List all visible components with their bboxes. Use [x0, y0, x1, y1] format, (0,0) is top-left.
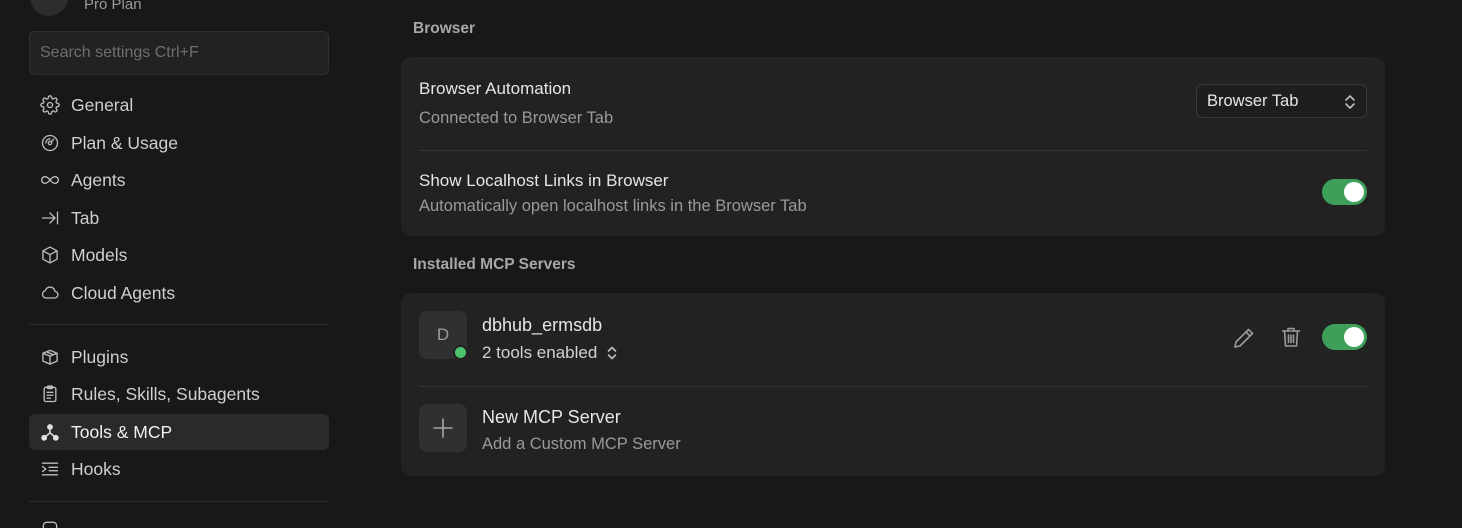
- sidebar: Pro Plan General: [0, 0, 358, 528]
- server-tools-dropdown[interactable]: 2 tools enabled: [482, 343, 619, 363]
- mcp-card: D dbhub_ermsdb 2 tools enabled New MCP S…: [401, 293, 1385, 476]
- plus-icon: [433, 418, 453, 438]
- toggle-knob: [1344, 327, 1364, 347]
- sidebar-item-models[interactable]: Models: [29, 237, 329, 273]
- sidebar-divider: [29, 501, 329, 502]
- new-server-title[interactable]: New MCP Server: [482, 407, 621, 428]
- cube-icon: [39, 244, 61, 266]
- sidebar-item-label: Cloud Agents: [71, 282, 176, 303]
- gear-icon: [39, 94, 61, 116]
- package-icon: [39, 346, 61, 368]
- sidebar-item-label: Rules, Skills, Subagents: [71, 383, 260, 404]
- list-arrow-icon: [39, 458, 61, 480]
- edit-server-button[interactable]: [1231, 325, 1257, 351]
- localhost-links-title: Show Localhost Links in Browser: [419, 171, 669, 190]
- sidebar-item-hooks[interactable]: Hooks: [29, 451, 329, 487]
- browser-automation-subtitle: Connected to Browser Tab: [419, 109, 614, 127]
- cloud-icon: [39, 282, 61, 304]
- sidebar-item-label: Tools & MCP: [71, 421, 173, 442]
- browser-automation-select[interactable]: Browser Tab: [1196, 84, 1367, 118]
- localhost-links-toggle[interactable]: [1322, 179, 1367, 205]
- server-status-dot: [453, 345, 468, 360]
- sidebar-item-tools-mcp[interactable]: Tools & MCP: [29, 414, 329, 450]
- new-server-subtitle: Add a Custom MCP Server: [482, 435, 681, 453]
- sidebar-item-plugins[interactable]: Plugins: [29, 339, 329, 375]
- sidebar-item-agents[interactable]: Agents: [29, 162, 329, 198]
- sidebar-item-tab[interactable]: Tab: [29, 200, 329, 236]
- sidebar-item-label: Plugins: [71, 346, 129, 367]
- avatar: [30, 0, 68, 16]
- mcp-section-title: Installed MCP Servers: [413, 256, 576, 273]
- delete-server-button[interactable]: [1278, 324, 1304, 350]
- server-name: dbhub_ermsdb: [482, 315, 603, 335]
- localhost-links-subtitle: Automatically open localhost links in th…: [419, 197, 807, 215]
- settings-window: Pro Plan General: [0, 0, 1462, 528]
- search-settings: [29, 31, 329, 75]
- server-tools-count: 2 tools enabled: [482, 343, 598, 362]
- row-divider: [419, 386, 1367, 387]
- sidebar-item-rules-skills-subagents[interactable]: Rules, Skills, Subagents: [29, 376, 329, 412]
- browser-automation-title: Browser Automation: [419, 79, 572, 98]
- sidebar-item-label: Models: [71, 244, 128, 265]
- browser-section-title: Browser: [413, 20, 476, 37]
- server-enabled-toggle[interactable]: [1322, 324, 1367, 350]
- sidebar-divider: [29, 324, 329, 325]
- sidebar-item-cloud-agents[interactable]: Cloud Agents: [29, 275, 329, 311]
- server-initial: D: [436, 325, 450, 344]
- sidebar-item-label: General: [71, 94, 134, 115]
- sidebar-item-label: Tab: [71, 207, 100, 228]
- browser-card: Browser Automation Connected to Browser …: [401, 57, 1385, 236]
- nodes-icon: [39, 421, 61, 443]
- sidebar-item-plan-usage[interactable]: Plan & Usage: [29, 125, 329, 161]
- arrow-right-bar-icon: [39, 207, 61, 229]
- sidebar-item-label: Hooks: [71, 458, 121, 479]
- sidebar-item-general[interactable]: General: [29, 87, 329, 123]
- infinity-icon: [39, 169, 61, 191]
- partial-icon: [39, 518, 61, 528]
- row-divider: [419, 150, 1367, 151]
- trash-icon: [1281, 327, 1301, 347]
- sidebar-item-label: Agents: [71, 169, 126, 190]
- gauge-icon: [39, 132, 61, 154]
- sidebar-item-label: Plan & Usage: [71, 132, 179, 153]
- select-value: Browser Tab: [1207, 91, 1299, 110]
- chevron-up-down-icon: [608, 346, 617, 360]
- pencil-icon: [1234, 328, 1254, 348]
- chevron-up-down-icon: [1342, 92, 1358, 112]
- sidebar-item-partial[interactable]: [29, 514, 329, 528]
- toggle-knob: [1344, 182, 1364, 202]
- clipboard-icon: [39, 383, 61, 405]
- search-input[interactable]: [30, 32, 328, 74]
- plan-label: Pro Plan: [84, 0, 142, 13]
- add-server-button[interactable]: [419, 404, 467, 452]
